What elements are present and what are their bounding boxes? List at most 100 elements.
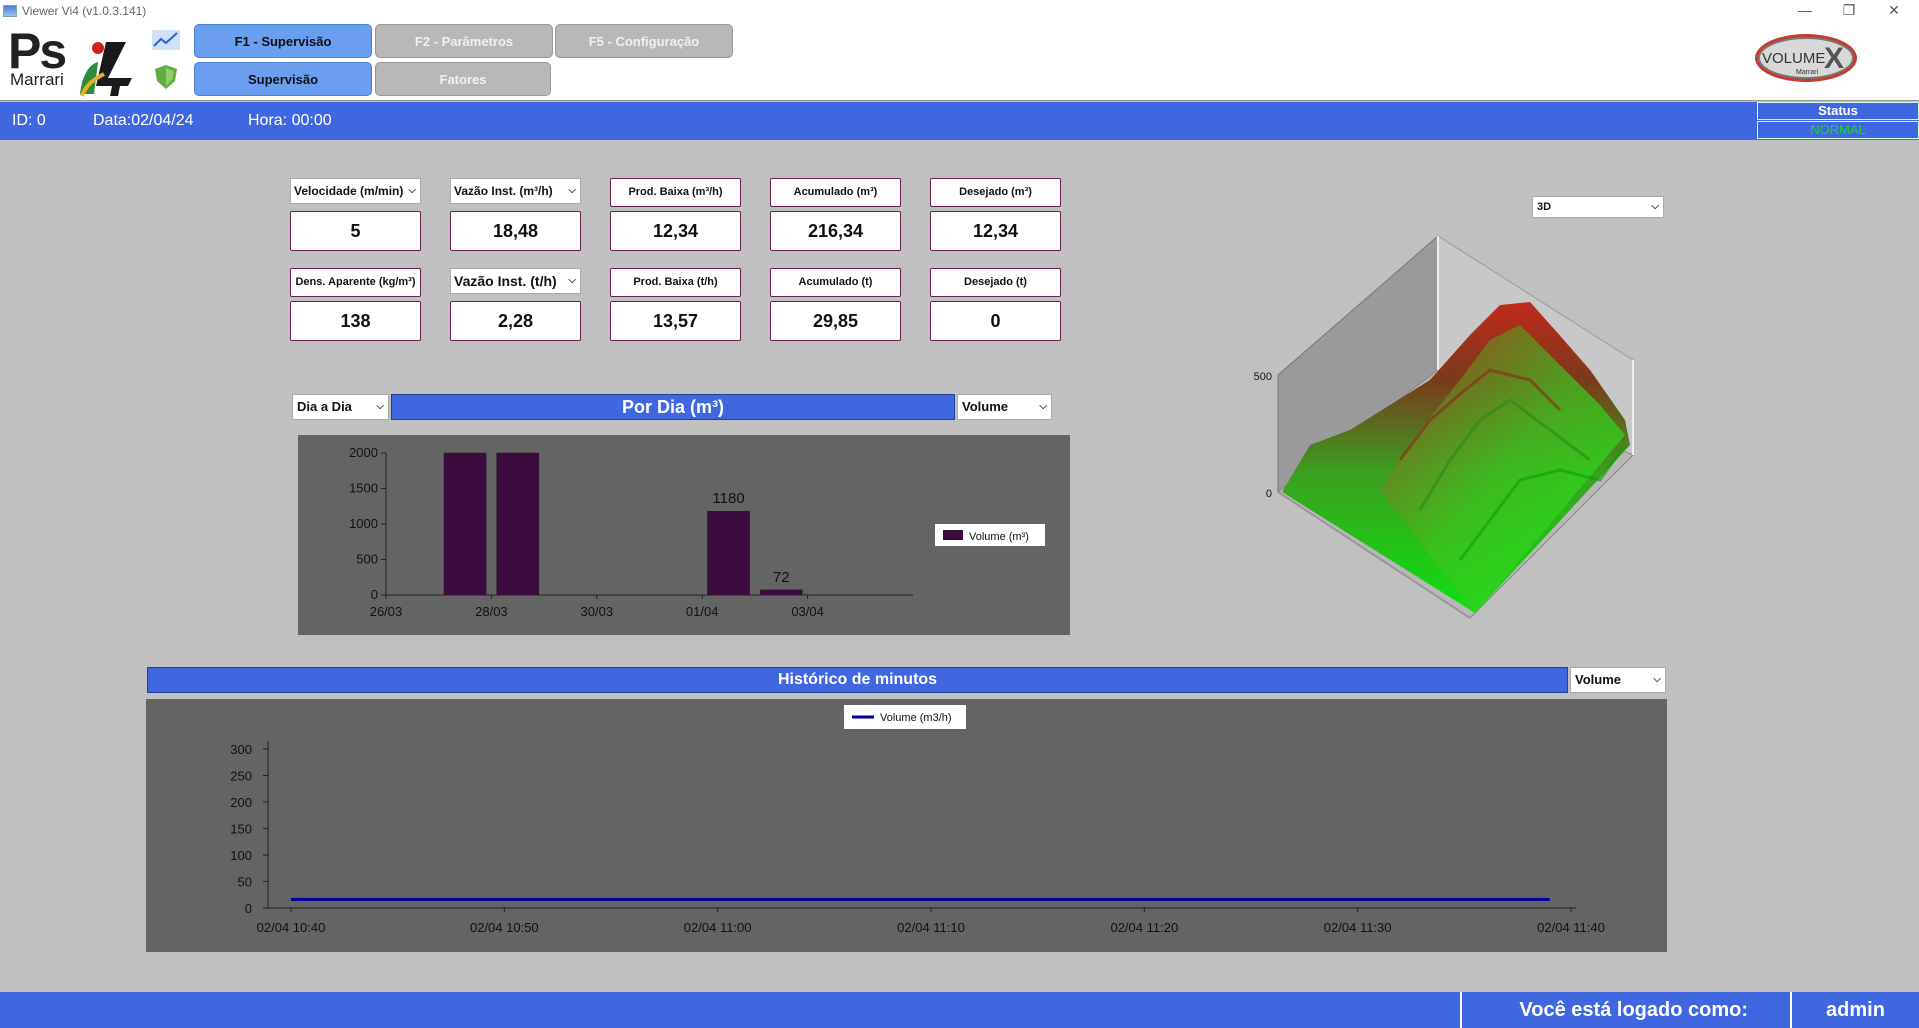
acumulado-t-label: Acumulado (t) [770,268,901,297]
chevron-down-icon: ⌵ [408,185,416,196]
y-tick-label: 2000 [349,445,378,460]
view-mode-value: 3D [1537,201,1552,213]
tab-f2-parametros[interactable]: F2 - Parâmetros [375,24,553,58]
chevron-down-icon: ⌵ [568,275,576,286]
vazao-m3h-label: Vazão Inst. (m³/h) [454,184,553,198]
vazao-th-label: Vazão Inst. (t/h) [454,273,557,289]
trend-chart-icon[interactable] [152,30,180,50]
volumex-sub: Marrari [1796,69,1819,76]
i4-logo-icon [80,42,132,97]
z-tick-500: 500 [1254,371,1272,383]
z-tick-0: 0 [1266,488,1272,500]
bar [496,452,540,596]
y-tick-label: 300 [230,742,252,757]
daily-chart-title: Por Dia (m³) [391,394,955,420]
history-metric-select[interactable]: Volume ⌵ [1570,667,1666,693]
chevron-down-icon: ⌵ [1653,674,1661,685]
vazao-m3h-value: 18,48 [450,211,581,251]
subtab-supervisao[interactable]: Supervisão [194,62,372,96]
y-tick-label: 150 [230,822,252,837]
velocidade-select[interactable]: Velocidade (m/min) ⌵ [290,178,421,204]
y-tick-label: 100 [230,848,252,863]
bar-data-label: 1180 [712,490,744,507]
x-tick-label: 02/04 11:20 [1110,920,1178,935]
history-metric-value: Volume [1575,672,1621,687]
legend-label: Volume (m³) [969,531,1029,543]
tab-f5-configuracao[interactable]: F5 - Configuração [555,24,733,58]
prod-baixa-th-label: Prod. Baixa (t/h) [610,268,741,297]
daily-chart-panel: 0 500 1000 1500 2000 1180 72 26/03 28/03 30/03 01/… [298,435,1070,635]
view-mode-select[interactable]: 3D ⌵ [1532,196,1664,218]
x-tick-label: 02/04 10:40 [257,920,326,935]
velocidade-value: 5 [290,211,421,251]
date-label: Data:02/04/24 [93,112,194,129]
acumulado-m3-label: Acumulado (m³) [770,178,901,207]
logged-in-user: admin [1790,992,1919,1028]
bar [759,589,803,596]
tab-f1-supervisao[interactable]: F1 - Supervisão [194,24,372,58]
dens-aparente-label: Dens. Aparente (kg/m³) [290,268,421,297]
daily-metric-select[interactable]: Volume ⌵ [957,394,1052,420]
x-tick-label: 02/04 11:10 [897,920,965,935]
daily-bar-chart: 0 500 1000 1500 2000 1180 72 26/03 28/03 30/03 01/… [349,445,1045,619]
y-tick-label: 250 [230,769,252,784]
period-select-value: Dia a Dia [297,399,352,414]
id-label: ID: 0 [12,112,46,129]
x-tick-label: 30/03 [581,604,614,619]
chevron-down-icon: ⌵ [376,401,384,412]
status-value: NORMAL [1757,121,1919,139]
y-tick-label: 50 [238,875,252,890]
dens-aparente-value: 138 [290,301,421,341]
history-line-chart: 0 50 100 150 200 250 300 02/04 10:40 02/04 10:50… [230,705,1605,935]
time-label: Hora: 00:00 [248,112,332,129]
daily-metric-value: Volume [962,399,1008,414]
x-tick-label: 02/04 11:00 [684,920,752,935]
chevron-down-icon: ⌵ [1651,201,1659,212]
period-select[interactable]: Dia a Dia ⌵ [292,394,389,420]
chevron-down-icon: ⌵ [1039,401,1047,412]
volumex-brand: VOLUME [1762,50,1825,67]
desejado-m3-label: Desejado (m³) [930,178,1061,207]
vazao-th-select[interactable]: Vazão Inst. (t/h) ⌵ [450,268,581,294]
close-button[interactable]: ✕ [1871,0,1917,22]
maximize-button[interactable]: ❐ [1826,0,1872,22]
x-tick-label: 28/03 [475,604,508,619]
desejado-t-label: Desejado (t) [930,268,1061,297]
x-tick-label: 01/04 [686,604,719,619]
subtab-fatores[interactable]: Fatores [375,62,551,96]
x-tick-label: 03/04 [791,604,824,619]
acumulado-t-value: 29,85 [770,301,901,341]
app-icon [3,5,17,17]
legend-swatch [943,530,963,540]
x-tick-label: 26/03 [370,604,403,619]
bar-data-label: 72 [773,569,790,586]
logged-in-label: Você está logado como: [1519,999,1748,1021]
y-tick-label: 0 [371,587,378,602]
desejado-m3-value: 12,34 [930,211,1061,251]
minimize-button[interactable]: — [1782,0,1828,22]
y-tick-label: 1500 [349,481,378,496]
y-tick-label: 500 [356,552,378,567]
prod-baixa-m3h-label: Prod. Baixa (m³/h) [610,178,741,207]
history-chart-title: Histórico de minutos [147,667,1568,693]
acumulado-m3-value: 216,34 [770,211,901,251]
x-tick-label: 02/04 11:30 [1324,920,1392,935]
status-label: Status [1757,102,1919,120]
velocidade-label: Velocidade (m/min) [294,184,404,198]
bar [707,510,750,596]
shield-icon[interactable] [154,64,178,90]
volume-3d-surface: 500 0 [1254,234,1634,619]
bar [443,452,487,596]
prod-baixa-th-value: 13,57 [610,301,741,341]
x-tick-label: 02/04 11:40 [1537,920,1605,935]
volumex-logo: VOLUME X Marrari [1755,34,1857,82]
window-title: Viewer Vi4 (v1.0.3.141) [22,4,147,18]
y-tick-label: 200 [230,795,252,810]
marrari-logo-text: Marrari [10,70,64,89]
x-tick-label: 02/04 10:50 [470,920,539,935]
svg-text:X: X [1824,42,1844,75]
vazao-m3h-select[interactable]: Vazão Inst. (m³/h) ⌵ [450,178,581,204]
vazao-th-value: 2,28 [450,301,581,341]
legend-label: Volume (m3/h) [880,712,952,724]
desejado-t-value: 0 [930,301,1061,341]
